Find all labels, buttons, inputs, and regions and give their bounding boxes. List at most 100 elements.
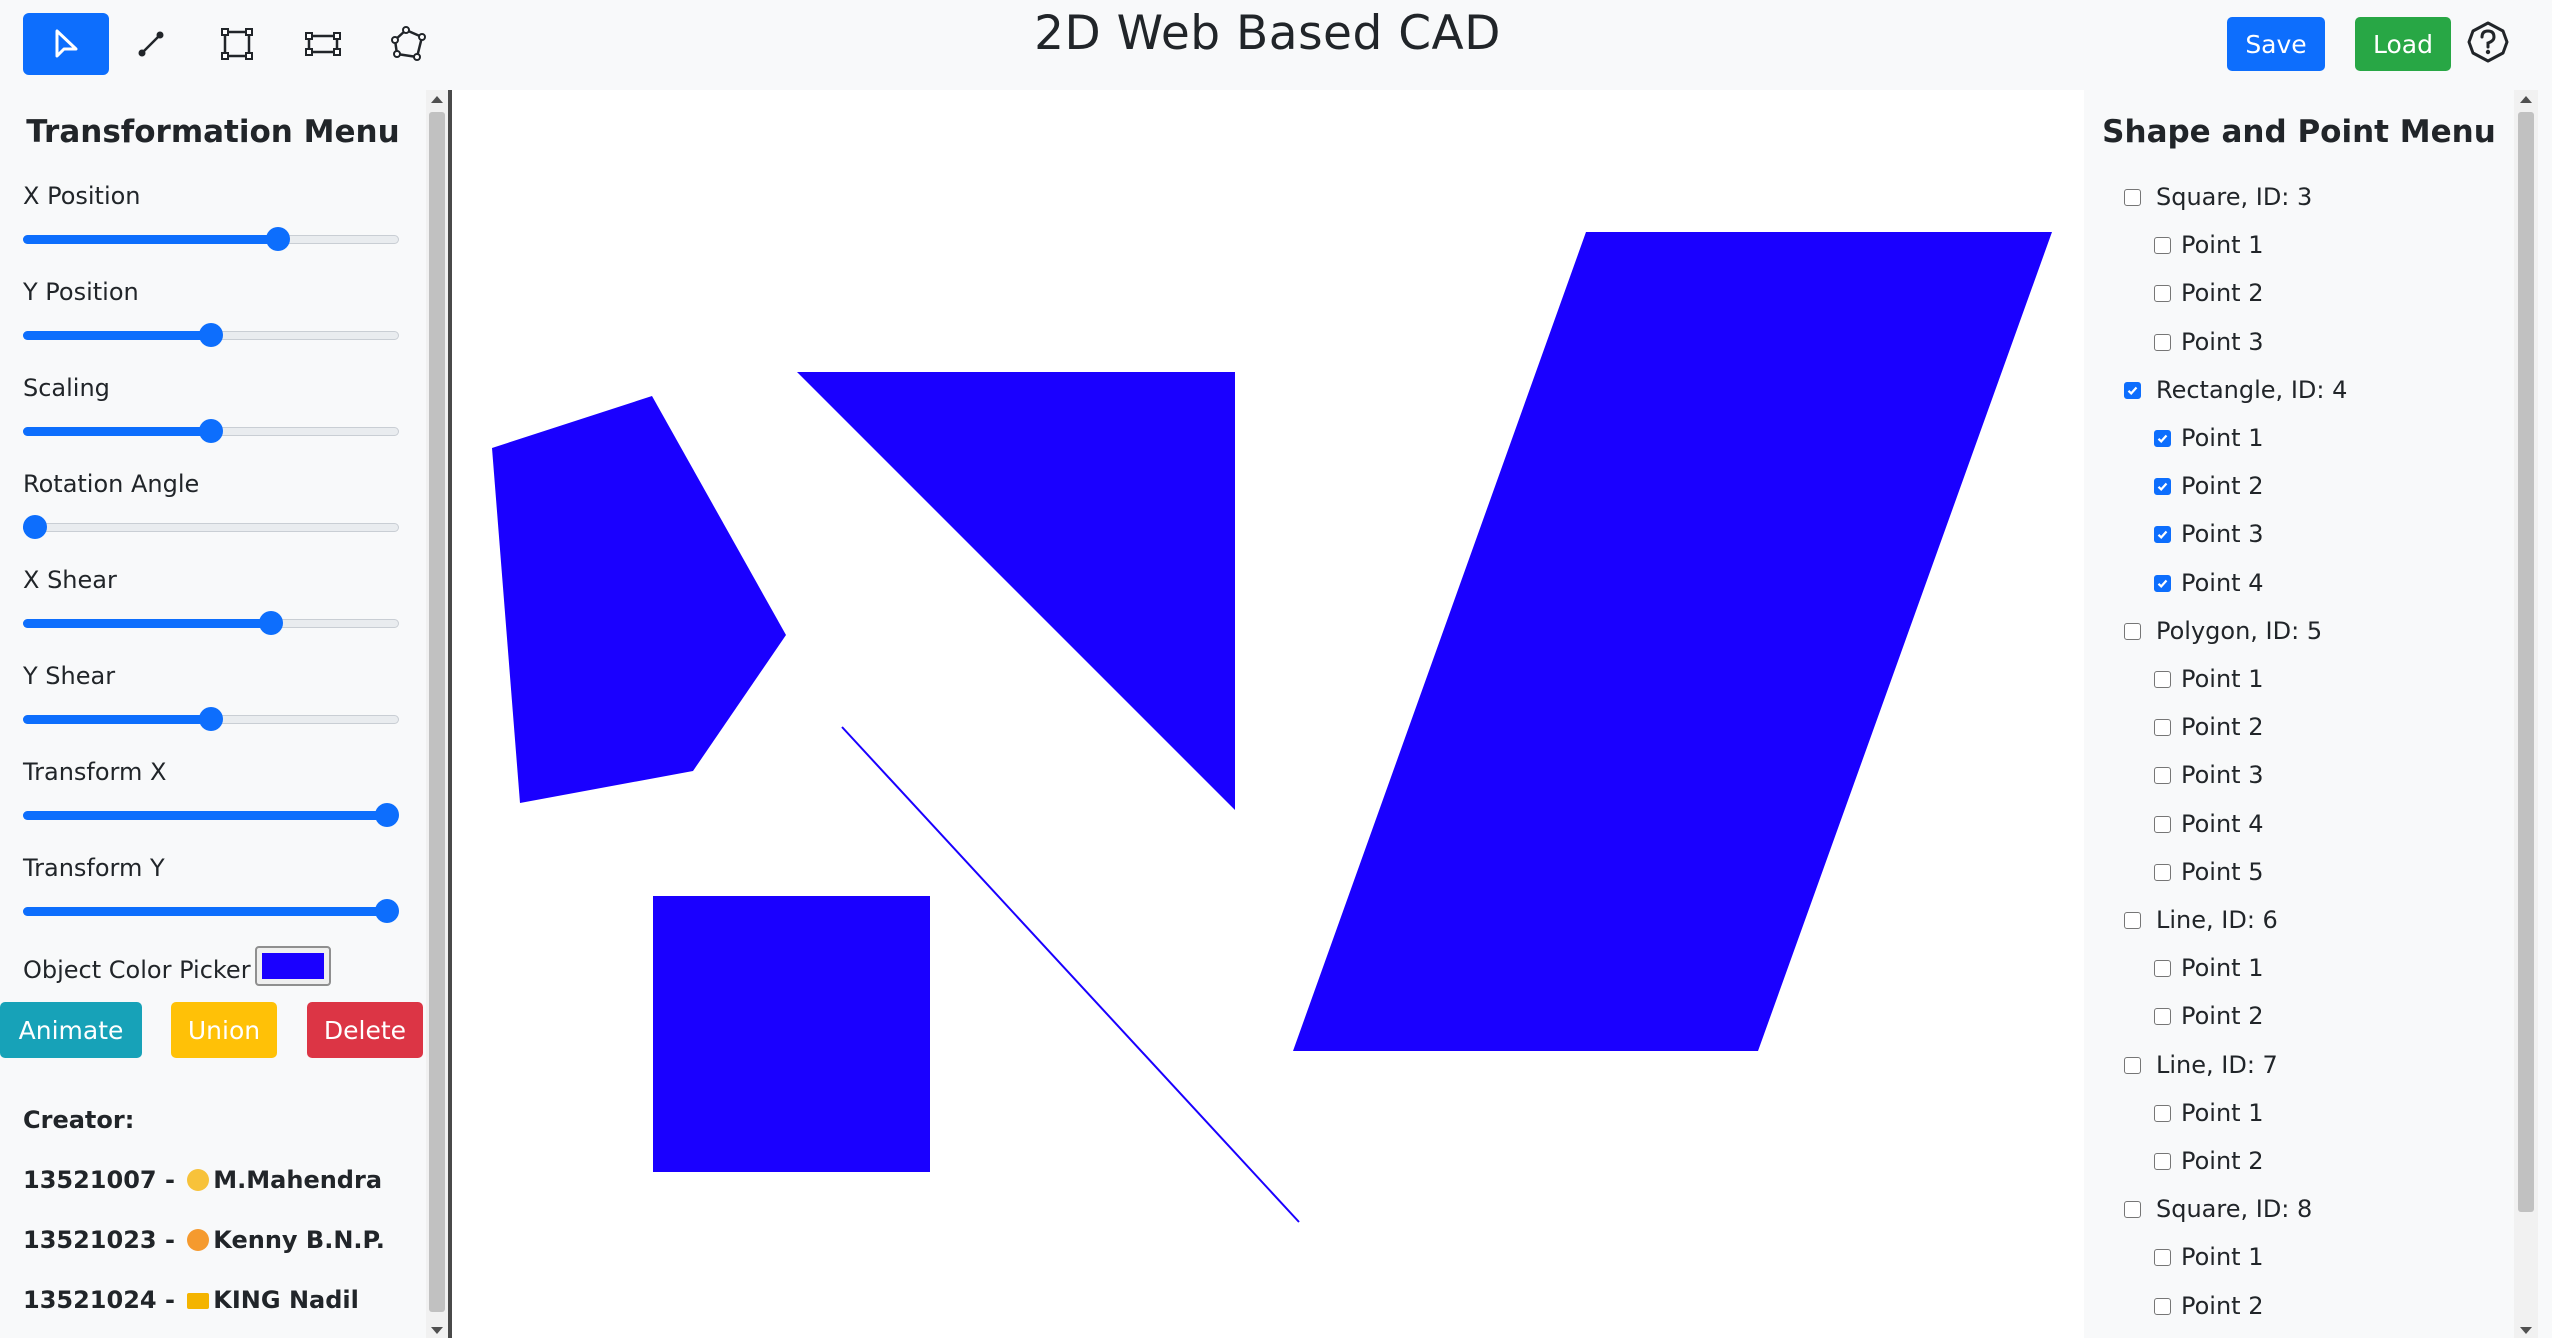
shape-label: Rectangle, ID: 4: [2156, 376, 2348, 404]
point-item[interactable]: Point 1: [2154, 225, 2264, 265]
shape-checkbox[interactable]: [2124, 381, 2141, 399]
point-item[interactable]: Point 4: [2154, 563, 2264, 603]
creator-nim: 13521023: [23, 1226, 157, 1254]
shape-checkbox[interactable]: [2124, 911, 2141, 929]
save-button[interactable]: Save: [2227, 17, 2325, 71]
transform-slider[interactable]: [23, 322, 399, 348]
transform-slider[interactable]: [23, 802, 399, 828]
point-checkbox[interactable]: [2154, 1007, 2171, 1025]
point-checkbox[interactable]: [2154, 284, 2171, 302]
shape-item[interactable]: Square, ID: 3: [2124, 177, 2312, 217]
transform-slider[interactable]: [23, 706, 399, 732]
slider-thumb[interactable]: [199, 419, 223, 443]
point-label: Point 1: [2181, 1099, 2264, 1127]
point-item[interactable]: Point 2: [2154, 466, 2264, 506]
union-button[interactable]: Union: [171, 1002, 277, 1058]
delete-button[interactable]: Delete: [307, 1002, 423, 1058]
transform-slider[interactable]: [23, 418, 399, 444]
canvas-drawing[interactable]: [452, 90, 2084, 1338]
triangle-shape[interactable]: [797, 372, 1235, 810]
question-circle-icon[interactable]: [2466, 20, 2510, 64]
slider-label: Transform Y: [23, 854, 165, 882]
slider-thumb[interactable]: [199, 707, 223, 731]
creator-nim: 13521024: [23, 1286, 157, 1314]
square-shape[interactable]: [653, 896, 930, 1172]
point-item[interactable]: Point 2: [2154, 996, 2264, 1036]
point-item[interactable]: Point 2: [2154, 1141, 2264, 1181]
slider-thumb[interactable]: [259, 611, 283, 635]
point-checkbox[interactable]: [2154, 477, 2171, 495]
transform-slider[interactable]: [23, 226, 399, 252]
shape-label: Square, ID: 8: [2156, 1195, 2313, 1223]
color-picker-input[interactable]: [255, 946, 331, 986]
color-swatch-fill: [262, 953, 324, 979]
point-checkbox[interactable]: [2154, 815, 2171, 833]
point-item[interactable]: Point 3: [2154, 755, 2264, 795]
point-checkbox[interactable]: [2154, 525, 2171, 543]
scrollbar-thumb[interactable]: [2518, 112, 2534, 1212]
point-item[interactable]: Point 4: [2154, 804, 2264, 844]
point-checkbox[interactable]: [2154, 670, 2171, 688]
point-item[interactable]: Point 2: [2154, 1286, 2264, 1326]
point-checkbox[interactable]: [2154, 1297, 2171, 1315]
point-item[interactable]: Point 3: [2154, 322, 2264, 362]
point-item[interactable]: Point 2: [2154, 273, 2264, 313]
shape-item[interactable]: Rectangle, ID: 4: [2124, 370, 2347, 410]
animate-button[interactable]: Animate: [0, 1002, 142, 1058]
transform-slider[interactable]: [23, 514, 399, 540]
slider-track[interactable]: [23, 523, 399, 532]
scrollbar-thumb[interactable]: [429, 112, 445, 1312]
point-checkbox[interactable]: [2154, 333, 2171, 351]
point-checkbox[interactable]: [2154, 236, 2171, 254]
shape-checkbox[interactable]: [2124, 1200, 2141, 1218]
shape-item[interactable]: Line, ID: 7: [2124, 1045, 2278, 1085]
right-panel-scrollbar[interactable]: [2514, 90, 2538, 1338]
slider-thumb[interactable]: [199, 323, 223, 347]
shape-checkbox[interactable]: [2124, 188, 2141, 206]
slider-thumb[interactable]: [375, 803, 399, 827]
point-checkbox[interactable]: [2154, 429, 2171, 447]
shape-item[interactable]: Line, ID: 6: [2124, 900, 2278, 940]
point-checkbox[interactable]: [2154, 766, 2171, 784]
shape-label: Line, ID: 6: [2156, 906, 2278, 934]
rectangle-shape[interactable]: [1293, 232, 2052, 1051]
scroll-up-arrow-icon[interactable]: [2520, 96, 2532, 103]
slider-thumb[interactable]: [23, 515, 47, 539]
point-checkbox[interactable]: [2154, 959, 2171, 977]
slider-label: Rotation Angle: [23, 470, 200, 498]
point-checkbox[interactable]: [2154, 1152, 2171, 1170]
creator-row: 13521007 - M.Mahendra: [23, 1166, 382, 1194]
point-item[interactable]: Point 2: [2154, 707, 2264, 747]
shape-checkbox[interactable]: [2124, 622, 2141, 640]
transform-slider[interactable]: [23, 898, 399, 924]
load-button[interactable]: Load: [2355, 17, 2451, 71]
shape-item[interactable]: Square, ID: 8: [2124, 1189, 2312, 1229]
point-label: Point 3: [2181, 520, 2264, 548]
point-checkbox[interactable]: [2154, 863, 2171, 881]
point-item[interactable]: Point 1: [2154, 1093, 2264, 1133]
shape-label: Line, ID: 7: [2156, 1051, 2278, 1079]
slider-thumb[interactable]: [266, 227, 290, 251]
point-checkbox[interactable]: [2154, 718, 2171, 736]
point-item[interactable]: Point 3: [2154, 1334, 2264, 1338]
transform-slider[interactable]: [23, 610, 399, 636]
shape-item[interactable]: Polygon, ID: 5: [2124, 611, 2322, 651]
slider-thumb[interactable]: [375, 899, 399, 923]
point-checkbox[interactable]: [2154, 574, 2171, 592]
point-checkbox[interactable]: [2154, 1104, 2171, 1122]
drawing-canvas[interactable]: [452, 90, 2084, 1338]
scroll-down-arrow-icon[interactable]: [2520, 1327, 2532, 1334]
point-item[interactable]: Point 1: [2154, 1237, 2264, 1277]
point-item[interactable]: Point 1: [2154, 659, 2264, 699]
point-checkbox[interactable]: [2154, 1248, 2171, 1266]
scroll-up-arrow-icon[interactable]: [431, 96, 443, 103]
shape-checkbox[interactable]: [2124, 1056, 2141, 1074]
point-item[interactable]: Point 5: [2154, 852, 2264, 892]
point-item[interactable]: Point 1: [2154, 948, 2264, 988]
polygon-shape[interactable]: [492, 396, 786, 803]
scroll-down-arrow-icon[interactable]: [431, 1327, 443, 1334]
point-item[interactable]: Point 1: [2154, 418, 2264, 458]
point-item[interactable]: Point 3: [2154, 514, 2264, 554]
creator-name: M.Mahendra: [213, 1166, 383, 1194]
left-panel-scrollbar[interactable]: [426, 90, 448, 1338]
